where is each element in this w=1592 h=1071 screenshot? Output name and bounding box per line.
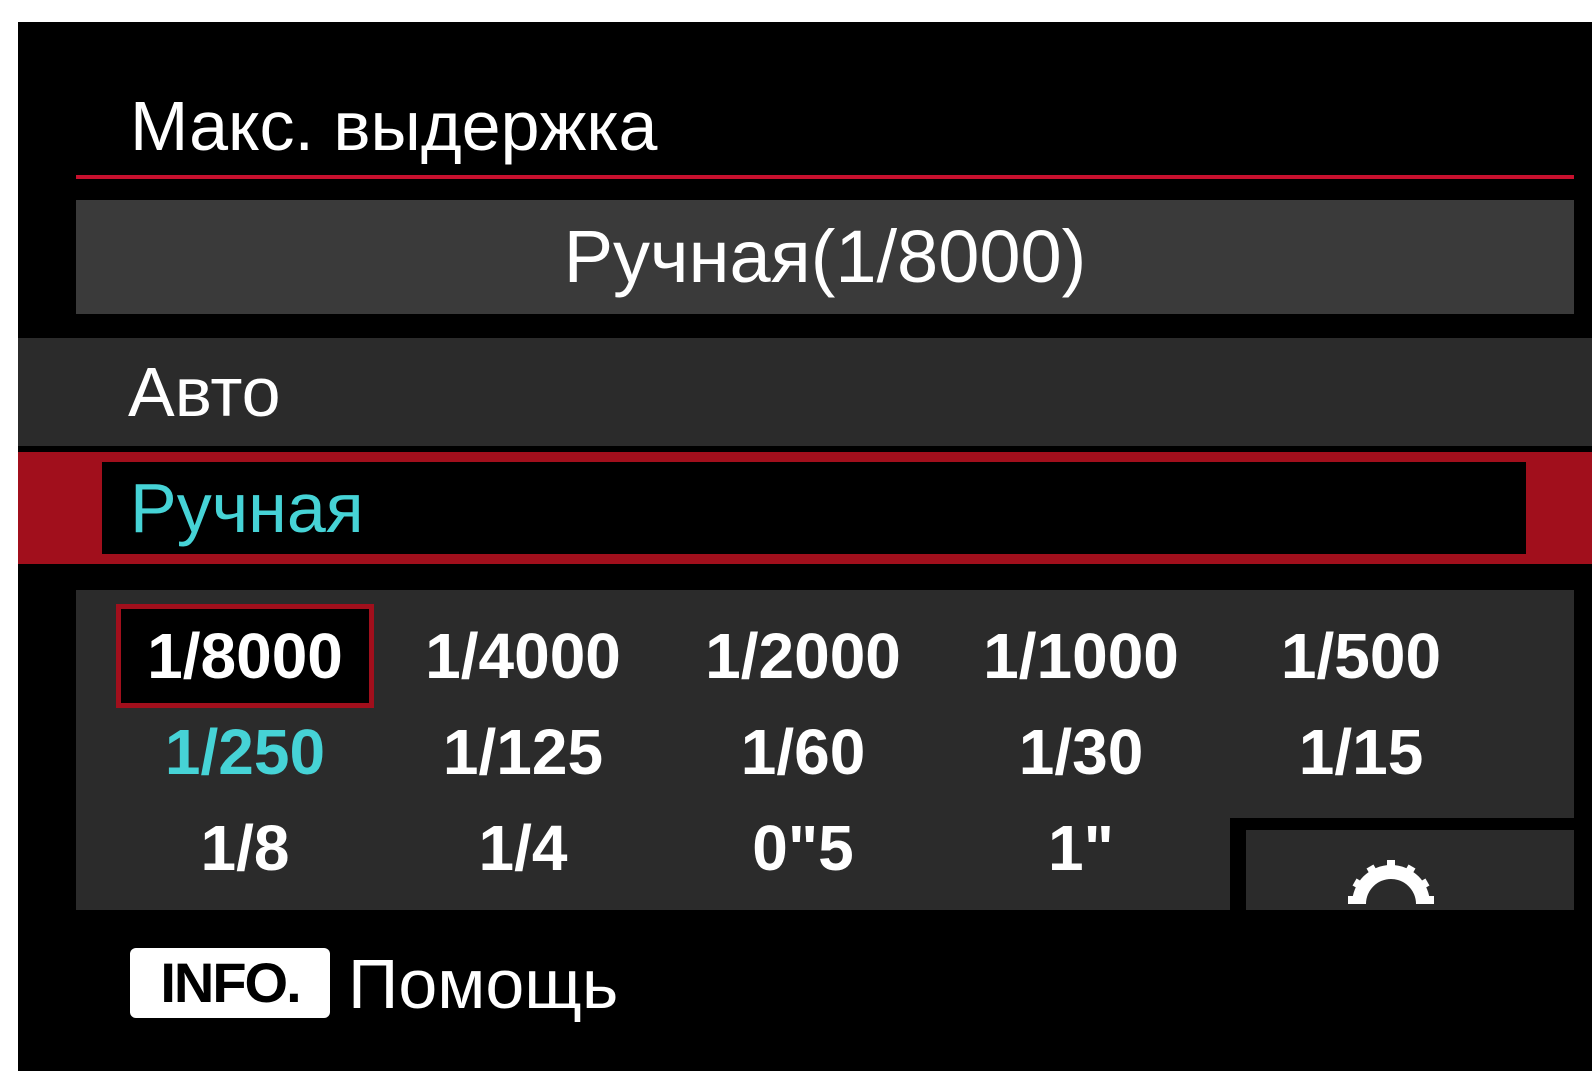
title-divider (76, 175, 1574, 179)
option-manual-label: Ручная (130, 469, 364, 547)
main-dial-icon (1348, 860, 1434, 904)
current-setting-bar: Ручная(1/8000) (76, 200, 1574, 314)
shutter-speed-cell[interactable]: 0"5 (672, 800, 934, 896)
shutter-speed-cell[interactable]: 1/500 (1230, 608, 1492, 704)
shutter-speed-cell[interactable]: 1/15 (1230, 704, 1492, 800)
shutter-speed-cell[interactable]: 1/60 (672, 704, 934, 800)
shutter-speed-cell[interactable]: 1/250 (114, 704, 376, 800)
shutter-speed-cell[interactable]: 1/30 (950, 704, 1212, 800)
current-setting-value: Ручная(1/8000) (563, 215, 1087, 298)
info-button[interactable]: INFO. (130, 948, 330, 1018)
option-manual-inner: Ручная (102, 462, 1526, 554)
shutter-speed-cell[interactable]: 1/4 (392, 800, 654, 896)
shutter-speed-cell[interactable]: 1/8000 (116, 604, 374, 708)
shutter-speed-cell[interactable]: 1/4000 (392, 608, 654, 704)
option-manual[interactable]: Ручная (18, 452, 1592, 564)
help-label: Помощь (348, 945, 619, 1023)
shutter-speed-cell[interactable]: 1/1000 (950, 608, 1212, 704)
option-auto[interactable]: Авто (18, 338, 1592, 446)
shutter-speed-cell[interactable]: 1/2000 (672, 608, 934, 704)
camera-menu-screen: Макс. выдержка Ручная(1/8000) Авто Ручна… (18, 22, 1592, 1071)
shutter-speed-cell[interactable]: 1/8 (114, 800, 376, 896)
page-title: Макс. выдержка (130, 87, 658, 165)
option-auto-label: Авто (128, 353, 281, 431)
shutter-speed-cell[interactable]: 1/125 (392, 704, 654, 800)
shutter-speed-cell[interactable]: 1" (950, 800, 1212, 896)
